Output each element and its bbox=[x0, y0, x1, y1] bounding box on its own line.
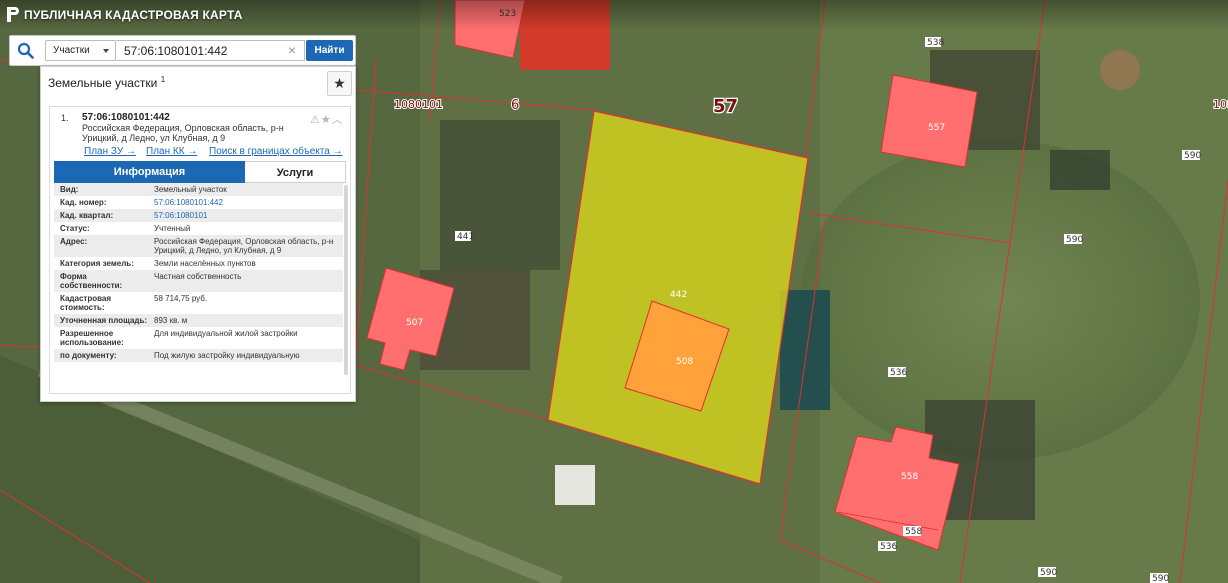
info-value: Под жилую застройку индивидуальную bbox=[154, 351, 300, 360]
plot-label-441: 441 bbox=[457, 232, 474, 242]
results-count: 1 bbox=[160, 75, 166, 84]
building-557[interactable] bbox=[880, 74, 978, 168]
scrollbar[interactable] bbox=[344, 185, 348, 375]
info-value: Земли населённых пунктов bbox=[154, 259, 256, 268]
star-icon: ★ bbox=[333, 75, 346, 91]
info-table: Вид: Земельный участок Кад. номер: 57:06:10… bbox=[54, 183, 343, 362]
info-key: Разрешенное использование: bbox=[60, 329, 124, 347]
search-bounds-link[interactable]: Поиск в границах объекта → bbox=[209, 146, 343, 157]
info-key: Кад. номер: bbox=[60, 198, 107, 207]
info-key: Уточненная площадь: bbox=[60, 316, 148, 325]
info-key: Категория земель: bbox=[60, 259, 134, 268]
plan-kk-link[interactable]: План КК → bbox=[146, 146, 197, 157]
info-key: по документу: bbox=[60, 351, 117, 360]
info-key: Вид: bbox=[60, 185, 79, 194]
info-key: Форма собственности: bbox=[60, 272, 123, 290]
warning-icon[interactable]: ⚠ bbox=[310, 114, 321, 126]
info-value[interactable]: 57:06:1080101:442 bbox=[150, 198, 336, 207]
app-title: ПУБЛИЧНАЯ КАДАСТРОВАЯ КАРТА bbox=[24, 8, 243, 22]
plot-label-536a: 536 bbox=[890, 368, 907, 378]
plot-label-557: 557 bbox=[928, 123, 945, 133]
plot-label-558a: 558 bbox=[901, 472, 918, 482]
chevron-down-icon bbox=[103, 49, 109, 53]
info-row: Адрес: Российская Федерация, Орловская об… bbox=[54, 235, 343, 257]
info-row: Категория земель: Земли населённых пункто… bbox=[54, 257, 343, 270]
clear-icon[interactable]: × bbox=[288, 42, 296, 58]
category-select[interactable]: Участки bbox=[45, 40, 116, 61]
quarter-label-right: 108 bbox=[1213, 98, 1228, 111]
info-value: Частная собственность bbox=[154, 272, 242, 281]
plot-label-507: 507 bbox=[406, 318, 423, 328]
info-row: по документу: Под жилую застройку индивид… bbox=[54, 349, 343, 362]
info-row: Кад. номер: 57:06:1080101:442 bbox=[54, 196, 343, 209]
search-icon[interactable] bbox=[17, 42, 34, 59]
info-row: Кад. квартал: 57:06:1080101 bbox=[54, 209, 343, 222]
plot-label-590d: 590 bbox=[1152, 574, 1169, 583]
info-value: Российская Федерация, Орловская область,… bbox=[154, 237, 334, 255]
plot-label-442: 442 bbox=[670, 290, 687, 300]
logo-icon[interactable] bbox=[6, 6, 20, 23]
result-cadastral-number: 57:06:1080101:442 bbox=[82, 112, 170, 123]
info-value: Для индивидуальной жилой застройки bbox=[154, 329, 298, 338]
search-input[interactable] bbox=[116, 40, 305, 61]
quarter-label: 1080101 bbox=[394, 98, 443, 111]
info-row: Кадастровая стоимость: 58 714,75 руб. bbox=[54, 292, 343, 314]
info-key: Кад. квартал: bbox=[60, 211, 114, 220]
info-value: 893 кв. м bbox=[154, 316, 188, 325]
top-bar: ПУБЛИЧНАЯ КАДАСТРОВАЯ КАРТА bbox=[0, 0, 1228, 30]
info-key: Адрес: bbox=[60, 237, 88, 246]
results-panel: Земельные участки 1 ★ 1. 57:06:1080101:4… bbox=[40, 66, 356, 402]
result-tools: ⚠★︿ bbox=[310, 111, 344, 127]
info-row: Уточненная площадь: 893 кв. м bbox=[54, 314, 343, 327]
info-row: Статус: Учтенный bbox=[54, 222, 343, 235]
block-label-6: 6 bbox=[511, 98, 519, 113]
search-bar: Участки × Найти bbox=[9, 35, 356, 66]
plan-zu-link[interactable]: План ЗУ → bbox=[84, 146, 136, 157]
star-icon[interactable]: ★ bbox=[321, 114, 332, 126]
panel-title: Земельные участки 1 bbox=[48, 75, 165, 90]
info-value: Учтенный bbox=[154, 224, 191, 233]
info-value[interactable]: 57:06:1080101 bbox=[150, 211, 336, 220]
plot-label-508: 508 bbox=[676, 357, 693, 367]
plot-label-536b: 536 bbox=[880, 542, 897, 552]
info-key: Статус: bbox=[60, 224, 90, 233]
info-key: Кадастровая стоимость: bbox=[60, 294, 112, 312]
result-card[interactable]: 1. 57:06:1080101:442 Российская Федераци… bbox=[49, 106, 351, 394]
chevron-up-icon[interactable]: ︿ bbox=[332, 114, 344, 126]
plot-label-538: 538 bbox=[927, 38, 944, 48]
plot-label-590a: 590 bbox=[1184, 151, 1201, 161]
plot-label-558b: 558 bbox=[905, 527, 922, 537]
tab-services[interactable]: Услуги bbox=[245, 161, 346, 183]
plot-label-590b: 590 bbox=[1066, 235, 1083, 245]
block-label-57: 57 bbox=[713, 96, 738, 117]
category-select-value: Участки bbox=[53, 45, 90, 56]
info-row: Вид: Земельный участок bbox=[54, 183, 343, 196]
info-value: 58 714,75 руб. bbox=[154, 294, 208, 303]
tab-information[interactable]: Информация bbox=[54, 161, 245, 183]
search-button[interactable]: Найти bbox=[306, 40, 353, 61]
info-row: Разрешенное использование: Для индивидуал… bbox=[54, 327, 343, 349]
info-value: Земельный участок bbox=[154, 185, 227, 194]
favorite-button[interactable]: ★ bbox=[327, 71, 352, 96]
result-index: 1. bbox=[61, 113, 69, 123]
result-address: Российская Федерация, Орловская область,… bbox=[82, 123, 284, 143]
info-row: Форма собственности: Частная собственност… bbox=[54, 270, 343, 292]
panel-title-text: Земельные участки bbox=[48, 76, 158, 90]
plot-label-590c: 590 bbox=[1040, 568, 1057, 578]
